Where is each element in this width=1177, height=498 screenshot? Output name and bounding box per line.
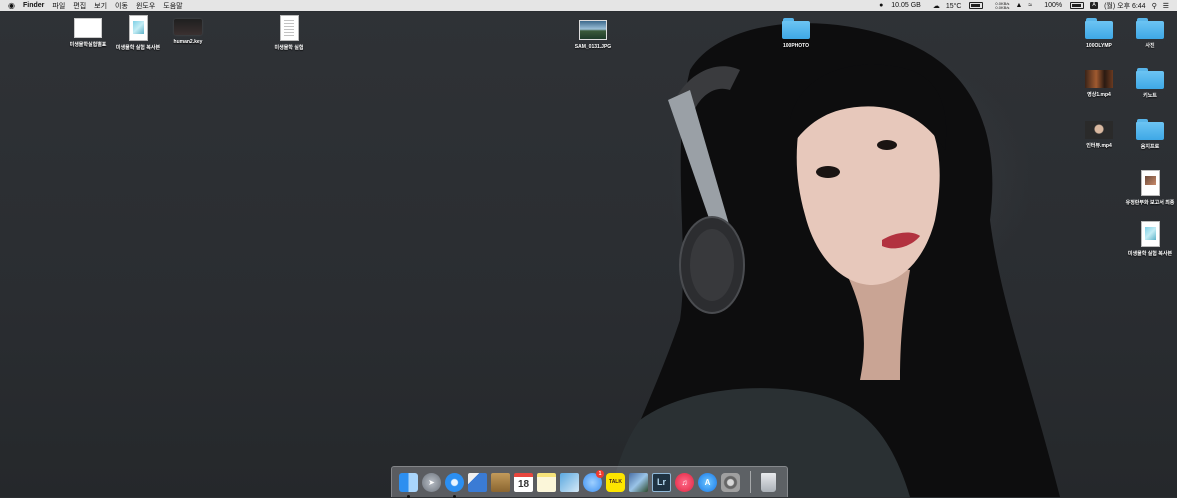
battery-status[interactable]: 100% [1038,1,1085,10]
desktop-icon-label: 100PHOTO [782,43,810,49]
finder-icon[interactable] [399,472,418,498]
preview-doc-icon[interactable] [560,472,579,492]
apple-menu-icon[interactable]: ◉ [8,1,15,10]
desktop-icon-file[interactable]: human2.key [158,19,218,45]
desktop-icon-folder[interactable]: 키노트 [1120,68,1177,99]
itunes-icon[interactable]: ♫ [675,472,694,492]
desktop-icon-label: human2.key [173,39,203,45]
preview-icon[interactable] [468,472,487,492]
calendar-day: 18 [517,478,530,490]
safari-icon[interactable] [445,472,464,498]
desktop-icon-file[interactable]: 미생물학 실험 [259,15,319,51]
lightroom-label: Lr [657,477,666,487]
clock[interactable]: (월) 오후 6:44 [1104,1,1146,11]
disk-status[interactable]: ● 10.05 GB [873,2,921,9]
disk-icon: ● [879,2,884,9]
system-preferences-icon[interactable] [721,472,740,492]
desktop-icon-label: 영상1.mp4 [1087,92,1111,98]
document-thumbnail-icon [1140,170,1160,196]
desktop-icon-label: 인터뷰.mp4 [1086,143,1112,149]
folder-icon [1136,68,1164,89]
cpu-meter-icon [969,2,984,10]
menu-help[interactable]: 도움말 [163,1,182,11]
folder-icon [782,18,810,39]
desktop-wallpaper [0,0,1177,497]
desktop-icon-label: 미생물학 실험 [274,45,304,51]
image-file-icon [579,20,607,40]
desktop-icon-label: 키노트 [1143,93,1157,99]
weather-temp: 15°C [945,2,962,10]
battery-percent: 100% [1044,2,1063,10]
messages-icon[interactable]: 1 [583,469,604,492]
wifi-icon[interactable]: ≈ [1028,2,1032,9]
desktop-icon-file[interactable]: 유정란부화 보고서 최종 [1120,170,1177,206]
menu-bar: ◉ Finder 파일 편집 보기 이동 윈도우 도움말 ● 10.05 GB … [0,0,1177,11]
wallpaper-portrait [610,23,1060,497]
notification-badge: 1 [596,469,604,478]
desktop-icon-label: 유정란부화 보고서 최종 [1125,200,1175,206]
menu-app-name[interactable]: Finder [23,2,44,9]
menu-edit[interactable]: 편집 [73,1,86,11]
notes-icon[interactable] [537,472,556,492]
folder-icon [1136,18,1164,39]
desktop-icon-label: 음지프로 [1140,144,1160,150]
menu-file[interactable]: 파일 [52,1,65,11]
menu-view[interactable]: 보기 [94,1,107,11]
running-indicator [453,494,456,498]
desktop-icon-folder[interactable]: 음지프로 [1120,119,1177,150]
document-thumbnail-icon [279,15,299,41]
cloud-icon[interactable]: ▲ [1015,2,1022,9]
running-indicator [407,494,410,498]
battery-icon [1070,1,1085,9]
desktop-icon-label: 미생물학 실험 복사본 [1127,251,1173,257]
desktop-icon-label: 미생물학 실험 복사본 [115,45,161,51]
lightroom-icon[interactable]: Lr [652,472,671,492]
disk-free: 10.05 GB [891,2,921,9]
trash-icon[interactable] [761,472,776,492]
desktop-icon-file[interactable]: SAM_0131.JPG [563,20,623,50]
document-thumbnail-icon [74,18,102,38]
kakaotalk-icon[interactable]: TALK [606,472,625,492]
weather-status[interactable]: ☁ 15°C [927,2,984,10]
notification-center-icon[interactable]: ☰ [1163,2,1169,10]
desktop-icon-label: 100OLYMP [1086,43,1112,49]
photos-icon[interactable] [629,472,648,492]
network-status[interactable]: 0.0KB/s 0.0KB/s [989,1,1010,10]
folder-icon [1136,119,1164,140]
desktop-icon-folder[interactable]: 사진 [1120,18,1177,49]
desktop-icon-file[interactable]: 미생물학 실험 복사본 [1120,221,1177,257]
app-store-icon[interactable]: A [698,472,717,492]
folder-icon [1085,18,1113,39]
video-file-icon [1085,121,1113,139]
dock: ➤ 18 1 TALK Lr ♫ A [391,466,788,498]
menu-go[interactable]: 이동 [115,1,128,11]
kakaotalk-label: TALK [609,479,622,485]
video-file-icon [1085,70,1113,88]
contacts-icon[interactable] [491,472,510,492]
weather-icon: ☁ [932,2,940,10]
desktop-icon-label: 사진 [1145,43,1155,49]
menu-window[interactable]: 윈도우 [136,1,155,11]
dock-separator [750,471,751,493]
desktop-icon-folder[interactable]: 100PHOTO [766,18,826,49]
document-thumbnail-icon [128,15,148,41]
desktop-icon-label: 미생물학실험별표 [69,42,107,48]
keynote-file-icon [174,19,202,35]
document-thumbnail-icon [1140,221,1160,247]
desktop-icon-label: SAM_0131.JPG [574,44,612,50]
spotlight-icon[interactable]: ⚲ [1152,2,1157,10]
calendar-icon[interactable]: 18 [514,472,533,492]
input-source-icon[interactable]: A [1090,2,1099,9]
launchpad-icon[interactable]: ➤ [422,472,441,492]
net-down: 0.0KB/s [995,4,1010,10]
